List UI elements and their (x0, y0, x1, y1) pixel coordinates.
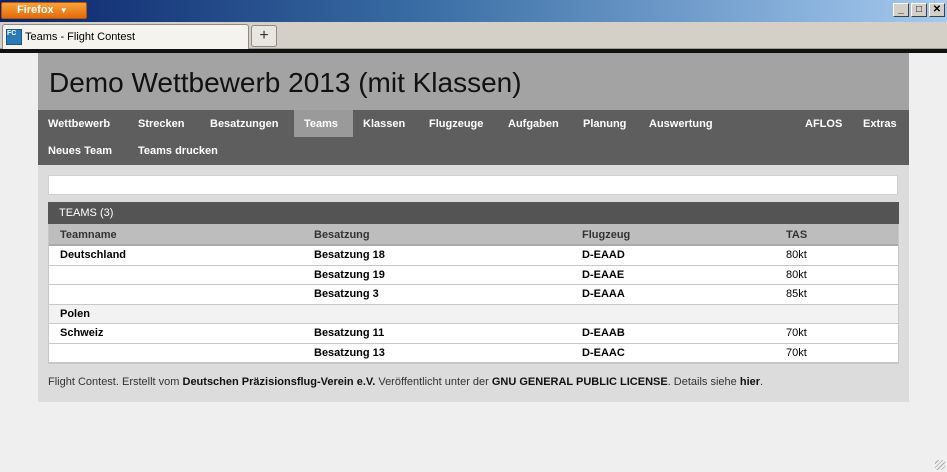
col-teamname: Teamname (60, 229, 117, 241)
aircraft-link[interactable]: D-EAAC (582, 344, 625, 363)
table-row: Besatzung 19 D-EAAE 80kt (49, 265, 898, 285)
aircraft-link[interactable]: D-EAAD (582, 246, 625, 265)
tas-value: 80kt (786, 249, 807, 261)
nav-planung[interactable]: Planung (573, 110, 636, 137)
nav-auswertung[interactable]: Auswertung (639, 110, 723, 137)
browser-titlebar: Firefox ▼ _ □ ✕ (0, 0, 947, 22)
window-controls: _ □ ✕ (893, 3, 945, 17)
teams-table: Teamname Besatzung Flugzeug TAS Deutschl… (48, 224, 899, 364)
page-title: Demo Wettbewerb 2013 (mit Klassen) (49, 67, 522, 98)
crew-link[interactable]: Besatzung 18 (314, 246, 385, 265)
new-tab-button[interactable]: + (251, 25, 277, 47)
nav-besatzungen[interactable]: Besatzungen (200, 110, 288, 137)
table-row: Besatzung 3 D-EAAA 85kt (49, 285, 898, 305)
table-row: Schweiz Besatzung 11 D-EAAB 70kt (49, 324, 898, 344)
details-link[interactable]: hier (740, 376, 760, 388)
tas-value: 85kt (786, 288, 807, 300)
nav-aufgaben[interactable]: Aufgaben (498, 110, 569, 137)
tas-value: 70kt (786, 327, 807, 339)
table-row: Deutschland Besatzung 18 D-EAAD 80kt (49, 246, 898, 266)
aircraft-link[interactable]: D-EAAE (582, 266, 624, 285)
crew-link[interactable]: Besatzung 19 (314, 266, 385, 285)
maximize-button[interactable]: □ (911, 3, 927, 17)
nav-flugzeuge[interactable]: Flugzeuge (419, 110, 493, 137)
close-button[interactable]: ✕ (929, 3, 945, 17)
tab-title: Teams - Flight Contest (25, 31, 136, 43)
page-container: Demo Wettbewerb 2013 (mit Klassen) Wettb… (38, 53, 909, 402)
nav-teams[interactable]: Teams (294, 110, 353, 137)
tas-value: 80kt (786, 268, 807, 281)
col-tas: TAS (786, 229, 808, 241)
col-flugzeug: Flugzeug (582, 229, 631, 241)
team-name-link[interactable]: Schweiz (60, 324, 103, 343)
tas-value: 70kt (786, 346, 807, 359)
table-row: Polen (49, 304, 898, 324)
nav-klassen[interactable]: Klassen (353, 110, 415, 137)
nav-extras[interactable]: Extras (853, 110, 907, 137)
chevron-down-icon: ▼ (59, 6, 68, 15)
crew-link[interactable]: Besatzung 13 (314, 344, 385, 363)
nav-strecken[interactable]: Strecken (128, 110, 194, 137)
fc-favicon-icon: FC (6, 29, 22, 45)
footer-text: Veröffentlicht unter der (375, 376, 492, 388)
nav-neues-team[interactable]: Neues Team (38, 137, 122, 164)
crew-link[interactable]: Besatzung 3 (314, 285, 379, 304)
footer-text: . Details siehe (667, 376, 740, 388)
resize-grip-icon[interactable] (935, 460, 945, 470)
footer-text: Flight Contest. Erstellt vom (48, 376, 183, 388)
table-row: Besatzung 13 D-EAAC 70kt (49, 343, 898, 363)
browser-tabbar: FC Teams - Flight Contest + (0, 22, 947, 49)
page-header: Demo Wettbewerb 2013 (mit Klassen) (38, 53, 909, 110)
message-box (48, 175, 898, 195)
crew-link[interactable]: Besatzung 11 (314, 324, 384, 343)
nav-teams-drucken[interactable]: Teams drucken (128, 137, 228, 164)
teams-panel-title: TEAMS (3) (48, 202, 899, 224)
aircraft-link[interactable]: D-EAAB (582, 324, 625, 343)
nav-wettbewerb[interactable]: Wettbewerb (38, 110, 120, 137)
firefox-menu-label: Firefox (17, 4, 54, 16)
col-besatzung: Besatzung (314, 229, 370, 241)
table-header: Teamname Besatzung Flugzeug TAS (49, 224, 898, 246)
dpv-link[interactable]: Deutschen Präzisionsflug-Verein e.V. (183, 376, 376, 388)
team-name-link[interactable]: Polen (60, 305, 90, 324)
firefox-menu-button[interactable]: Firefox ▼ (1, 2, 87, 19)
browser-tab[interactable]: FC Teams - Flight Contest (2, 24, 249, 49)
team-name-link[interactable]: Deutschland (60, 246, 126, 265)
page-footer: Flight Contest. Erstellt vom Deutschen P… (48, 376, 763, 388)
footer-text: . (760, 376, 764, 388)
nav-aflos[interactable]: AFLOS (795, 110, 852, 137)
aircraft-link[interactable]: D-EAAA (582, 285, 625, 304)
gpl-link[interactable]: GNU GENERAL PUBLIC LICENSE (492, 376, 668, 388)
main-nav: Wettbewerb Strecken Besatzungen Teams Kl… (38, 110, 909, 165)
minimize-button[interactable]: _ (893, 3, 909, 17)
